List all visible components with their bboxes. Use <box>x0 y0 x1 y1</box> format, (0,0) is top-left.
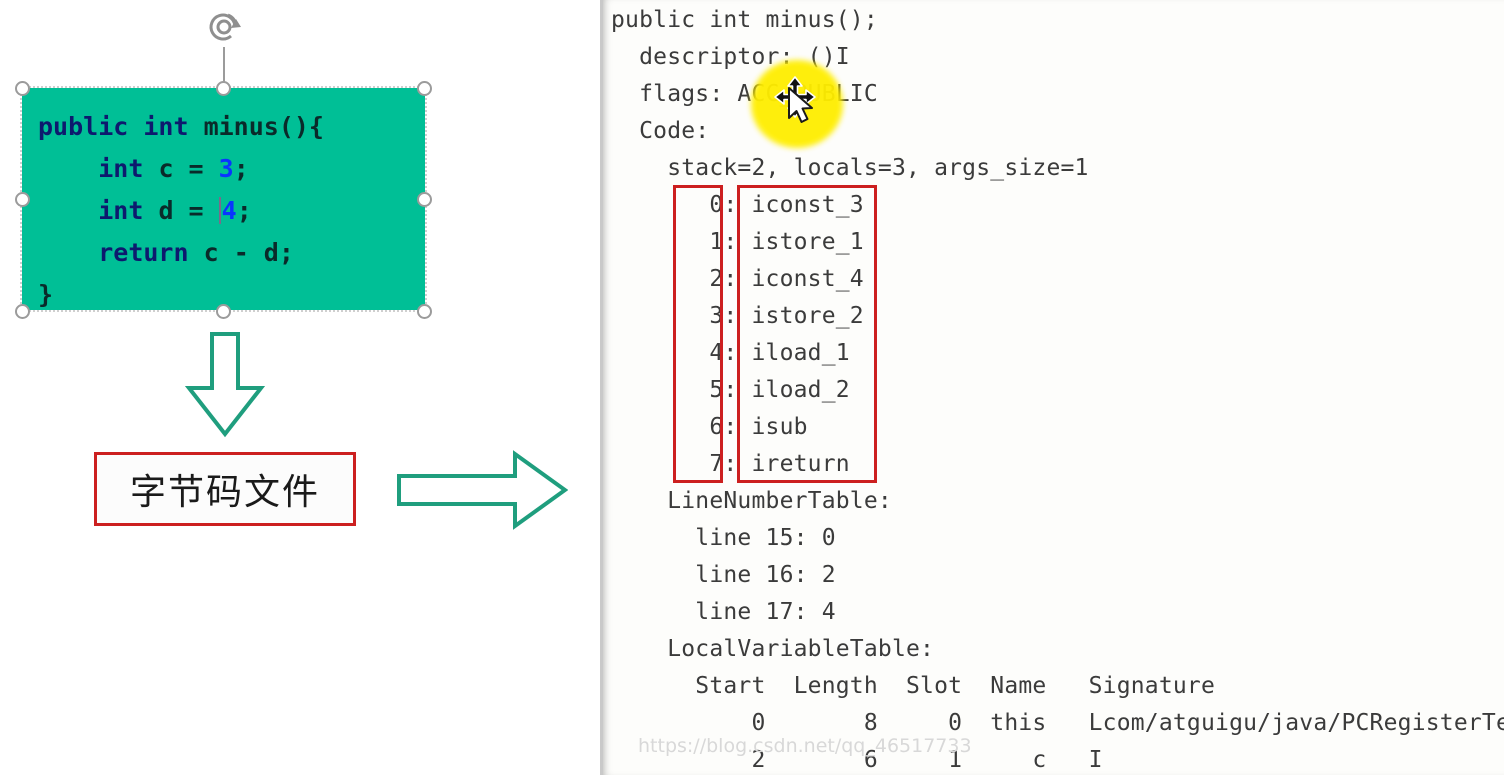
rotate-handle-icon[interactable] <box>205 8 245 48</box>
slide-editor-panel: public int minus(){ int c = 3; int d = 4… <box>0 0 600 775</box>
annotation-box-bytecode-offsets <box>673 185 723 483</box>
watermark-text: https://blog.csdn.net/qq_46517733 <box>638 735 972 757</box>
bytecode-file-box: 字节码文件 <box>94 452 356 526</box>
handle-middle-right[interactable] <box>417 192 432 207</box>
text-caret <box>218 197 221 224</box>
handle-bottom-center[interactable] <box>216 304 231 319</box>
javap-output-panel: public int minus(); descriptor: ()I flag… <box>600 0 1504 775</box>
yellow-highlight-marker <box>751 60 843 148</box>
handle-top-center[interactable] <box>216 81 231 96</box>
slide-screenshot: public int minus(){ int c = 3; int d = 4… <box>0 0 1504 775</box>
source-code-text[interactable]: public int minus(){ int c = 3; int d = 4… <box>22 88 425 316</box>
down-arrow-icon <box>182 330 268 440</box>
handle-top-right[interactable] <box>417 81 432 96</box>
source-code-shape[interactable]: public int minus(){ int c = 3; int d = 4… <box>20 86 427 312</box>
handle-bottom-right[interactable] <box>417 304 432 319</box>
annotation-box-bytecode-mnemonics <box>737 185 877 483</box>
handle-bottom-left[interactable] <box>15 304 30 319</box>
right-arrow-icon <box>396 450 569 530</box>
bytecode-file-label: 字节码文件 <box>129 472 320 513</box>
handle-top-left[interactable] <box>15 81 30 96</box>
handle-middle-left[interactable] <box>15 192 30 207</box>
